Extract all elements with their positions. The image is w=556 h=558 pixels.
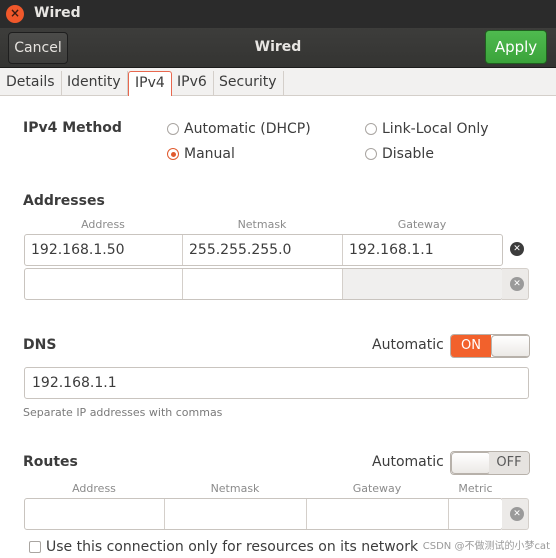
- close-icon[interactable]: ×: [6, 5, 24, 23]
- dns-automatic-switch[interactable]: ON: [450, 334, 530, 358]
- route-address-input[interactable]: [25, 499, 165, 529]
- dns-hint-text: Separate IP addresses with commas: [23, 406, 223, 419]
- dns-automatic-label: Automatic: [372, 337, 444, 353]
- dns-servers-input[interactable]: 192.168.1.1: [24, 367, 529, 399]
- tab-ipv4[interactable]: IPv4: [128, 71, 172, 96]
- radio-indicator: [167, 123, 179, 135]
- switch-state-label: OFF: [489, 452, 529, 474]
- switch-knob: [451, 452, 491, 474]
- ipv4-method-label: IPv4 Method: [23, 120, 122, 136]
- address-input[interactable]: 192.168.1.50: [25, 235, 183, 265]
- window-titlebar: × Wired: [0, 0, 556, 28]
- ipv4-settings-panel: IPv4 Method Automatic (DHCP) Link-Local …: [0, 96, 556, 558]
- switch-knob: [491, 335, 529, 357]
- column-header-metric: Metric: [458, 482, 493, 495]
- tab-identity[interactable]: Identity: [61, 71, 128, 96]
- routes-heading: Routes: [23, 454, 78, 470]
- column-header-netmask: Netmask: [237, 218, 287, 231]
- route-row: [24, 498, 503, 530]
- radio-indicator: [365, 123, 377, 135]
- route-metric-input[interactable]: [449, 499, 502, 529]
- netmask-input[interactable]: [183, 269, 343, 299]
- radio-label: Manual: [184, 146, 235, 162]
- addresses-heading: Addresses: [23, 193, 105, 209]
- watermark-text: CSDN @不做测试的小梦cat: [422, 541, 550, 552]
- checkbox-label: Use this connection only for resources o…: [46, 539, 419, 555]
- tab-ipv6[interactable]: IPv6: [171, 71, 214, 96]
- window-title: Wired: [34, 5, 81, 21]
- address-row: 192.168.1.50 255.255.255.0 192.168.1.1: [24, 234, 503, 266]
- column-header-address: Address: [72, 482, 116, 495]
- gateway-input[interactable]: [343, 269, 502, 299]
- radio-label: Disable: [382, 146, 434, 162]
- gateway-input[interactable]: 192.168.1.1: [343, 235, 502, 265]
- tab-security[interactable]: Security: [213, 71, 284, 96]
- checkbox-indicator: [29, 541, 41, 553]
- switch-state-label: ON: [451, 335, 491, 357]
- routes-automatic-label: Automatic: [372, 454, 444, 470]
- tab-details[interactable]: Details: [0, 71, 62, 96]
- header-bar: Cancel Wired Apply: [0, 28, 556, 68]
- route-netmask-input[interactable]: [165, 499, 307, 529]
- routes-automatic-switch[interactable]: OFF: [450, 451, 530, 475]
- dialog-title: Wired: [254, 39, 302, 55]
- radio-indicator: [365, 148, 377, 160]
- delete-address-icon[interactable]: ✕: [510, 242, 524, 256]
- apply-button[interactable]: Apply: [485, 30, 547, 64]
- column-header-address: Address: [81, 218, 125, 231]
- address-input[interactable]: [25, 269, 183, 299]
- tab-bar: Details Identity IPv4 IPv6 Security: [0, 68, 556, 96]
- radio-indicator-selected: [167, 148, 179, 160]
- address-row-empty: [24, 268, 503, 300]
- delete-route-icon[interactable]: ✕: [510, 507, 524, 521]
- route-gateway-input[interactable]: [307, 499, 449, 529]
- netmask-input[interactable]: 255.255.255.0: [183, 235, 343, 265]
- radio-label: Link-Local Only: [382, 121, 489, 137]
- column-header-gateway: Gateway: [352, 482, 402, 495]
- radio-label: Automatic (DHCP): [184, 121, 311, 137]
- delete-address-icon[interactable]: ✕: [510, 277, 524, 291]
- dns-heading: DNS: [23, 337, 57, 353]
- column-header-gateway: Gateway: [397, 218, 447, 231]
- column-header-netmask: Netmask: [210, 482, 260, 495]
